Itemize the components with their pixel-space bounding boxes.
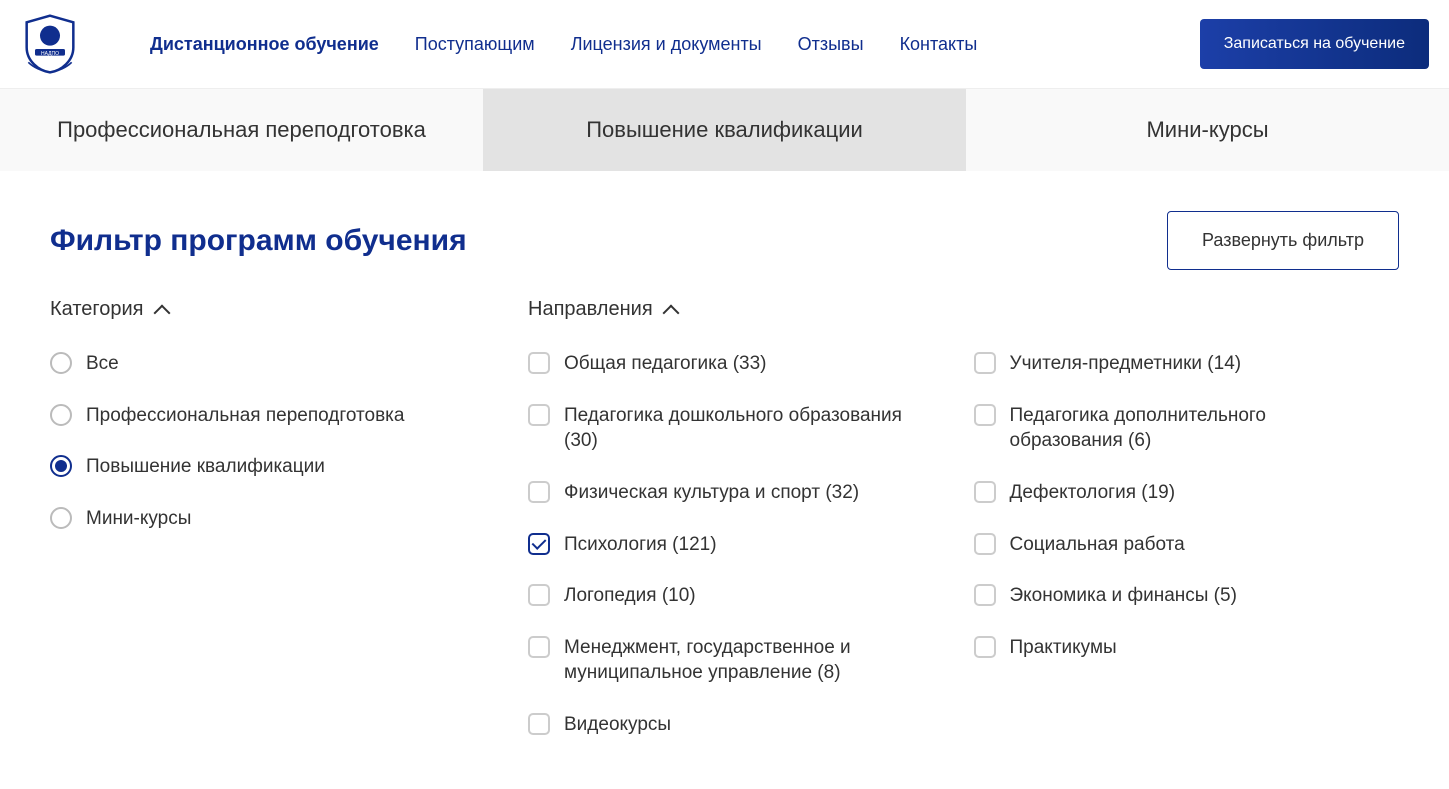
radio-icon <box>50 455 72 477</box>
checkbox-icon <box>974 352 996 374</box>
checkbox-icon <box>528 713 550 735</box>
program-tabs: Профессиональная переподготовка Повышени… <box>0 89 1449 171</box>
logo[interactable]: НАДПО <box>20 14 80 74</box>
category-list: Все Профессиональная переподготовка Повы… <box>50 351 528 738</box>
main-nav: Дистанционное обучение Поступающим Лицен… <box>150 34 1200 55</box>
direction-option[interactable]: Дефектология (19) <box>974 480 1400 506</box>
direction-label: Логопедия (10) <box>564 583 696 609</box>
direction-label: Дефектология (19) <box>1010 480 1176 506</box>
chevron-up-icon <box>662 304 679 321</box>
header: НАДПО Дистанционное обучение Поступающим… <box>0 0 1449 89</box>
radio-icon <box>50 404 72 426</box>
direction-label: Менеджмент, государственное и муниципаль… <box>564 635 904 686</box>
chevron-up-icon <box>153 304 170 321</box>
category-option-qualification[interactable]: Повышение квалификации <box>50 454 528 480</box>
direction-label: Видеокурсы <box>564 712 671 738</box>
direction-label: Социальная работа <box>1010 532 1185 558</box>
checkbox-icon <box>528 636 550 658</box>
direction-option[interactable]: Педагогика дошкольного образования (30) <box>528 403 954 454</box>
direction-option[interactable]: Психология (121) <box>528 532 954 558</box>
direction-label: Педагогика дошкольного образования (30) <box>564 403 904 454</box>
tab-retraining[interactable]: Профессиональная переподготовка <box>0 89 483 171</box>
checkbox-icon <box>974 404 996 426</box>
tab-mini-courses[interactable]: Мини-курсы <box>966 89 1449 171</box>
direction-option[interactable]: Менеджмент, государственное и муниципаль… <box>528 635 954 686</box>
direction-label: Педагогика дополнительного образования (… <box>1010 403 1350 454</box>
radio-icon <box>50 507 72 529</box>
direction-option[interactable]: Практикумы <box>974 635 1400 661</box>
category-option-mini[interactable]: Мини-курсы <box>50 506 528 532</box>
category-label: Все <box>86 351 119 377</box>
direction-label: Экономика и финансы (5) <box>1010 583 1237 609</box>
direction-label: Практикумы <box>1010 635 1117 661</box>
checkbox-icon <box>528 584 550 606</box>
filter-title: Фильтр программ обучения <box>50 224 467 258</box>
checkbox-icon <box>528 533 550 555</box>
category-option-retraining[interactable]: Профессиональная переподготовка <box>50 403 528 429</box>
checkbox-icon <box>528 404 550 426</box>
radio-icon <box>50 352 72 374</box>
nav-applicants[interactable]: Поступающим <box>415 34 535 55</box>
direction-option[interactable]: Логопедия (10) <box>528 583 954 609</box>
filter-panel: Фильтр программ обучения Развернуть филь… <box>0 171 1449 758</box>
checkbox-icon <box>528 352 550 374</box>
category-toggle[interactable]: Категория <box>50 298 528 321</box>
checkbox-icon <box>974 533 996 555</box>
direction-option[interactable]: Экономика и финансы (5) <box>974 583 1400 609</box>
enroll-button[interactable]: Записаться на обучение <box>1200 19 1429 69</box>
checkbox-icon <box>974 636 996 658</box>
nav-reviews[interactable]: Отзывы <box>798 34 864 55</box>
svg-text:НАДПО: НАДПО <box>41 51 59 57</box>
checkbox-icon <box>528 481 550 503</box>
nav-license[interactable]: Лицензия и документы <box>571 34 762 55</box>
category-head-label: Категория <box>50 298 144 321</box>
nav-distance-learning[interactable]: Дистанционное обучение <box>150 34 379 55</box>
nav-contacts[interactable]: Контакты <box>900 34 978 55</box>
checkbox-icon <box>974 584 996 606</box>
direction-option[interactable]: Видеокурсы <box>528 712 954 738</box>
directions-list: Общая педагогика (33) Учителя-предметник… <box>528 351 1399 738</box>
checkbox-icon <box>974 481 996 503</box>
direction-option[interactable]: Социальная работа <box>974 532 1400 558</box>
tab-qualification[interactable]: Повышение квалификации <box>483 89 966 171</box>
category-label: Повышение квалификации <box>86 454 325 480</box>
direction-label: Психология (121) <box>564 532 717 558</box>
category-label: Профессиональная переподготовка <box>86 403 404 429</box>
expand-filter-button[interactable]: Развернуть фильтр <box>1167 211 1399 270</box>
direction-option[interactable]: Учителя-предметники (14) <box>974 351 1400 377</box>
directions-head-label: Направления <box>528 298 653 321</box>
directions-toggle[interactable]: Направления <box>528 298 677 321</box>
direction-option[interactable]: Физическая культура и спорт (32) <box>528 480 954 506</box>
direction-label: Физическая культура и спорт (32) <box>564 480 859 506</box>
direction-label: Общая педагогика (33) <box>564 351 767 377</box>
direction-label: Учителя-предметники (14) <box>1010 351 1242 377</box>
category-label: Мини-курсы <box>86 506 191 532</box>
category-option-all[interactable]: Все <box>50 351 528 377</box>
direction-option[interactable]: Общая педагогика (33) <box>528 351 954 377</box>
direction-option[interactable]: Педагогика дополнительного образования (… <box>974 403 1400 454</box>
